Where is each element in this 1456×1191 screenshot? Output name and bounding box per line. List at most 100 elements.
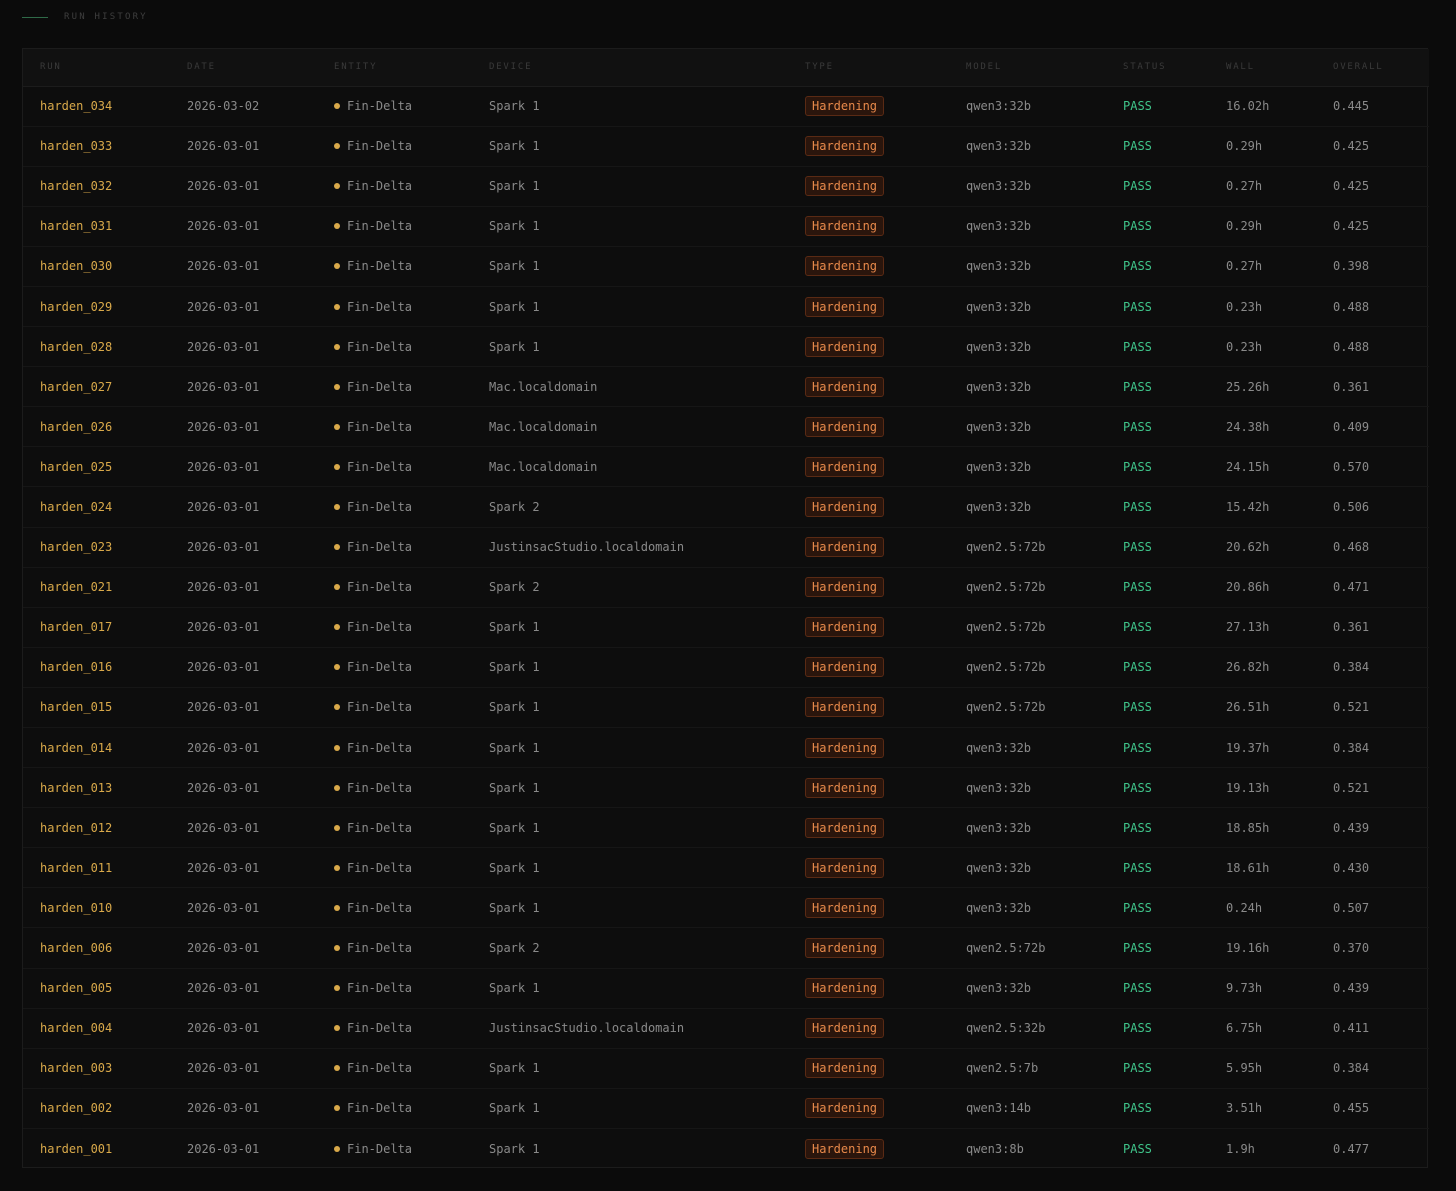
table-row[interactable]: harden_014 2026-03-01 Fin-Delta Spark 1 Hard… <box>23 728 1429 768</box>
run-link[interactable]: harden_002 <box>40 1101 112 1115</box>
table-row[interactable]: harden_012 2026-03-01 Fin-Delta Spark 1 Hard… <box>23 808 1429 848</box>
run-link[interactable]: harden_001 <box>40 1142 112 1156</box>
date-cell: 2026-03-01 <box>187 660 260 675</box>
type-cell: Hardening <box>805 808 966 848</box>
table-row[interactable]: harden_031 2026-03-01 Fin-Delta Spark 1 Hard… <box>23 206 1429 247</box>
type-cell: Hardening <box>805 86 966 126</box>
date-cell: 2026-03-01 <box>187 1101 260 1116</box>
run-link[interactable]: harden_017 <box>40 620 112 634</box>
wall-cell: 0.24h <box>1226 900 1263 915</box>
column-header-wall[interactable]: WALL <box>1226 49 1333 87</box>
model-cell: qwen2.5:72b <box>966 700 1046 715</box>
run-link[interactable]: harden_006 <box>40 941 112 955</box>
table-row[interactable]: harden_030 2026-03-01 Fin-Delta Spark 1 Hard… <box>23 246 1429 287</box>
wall-cell: 0.23h <box>1226 299 1263 314</box>
table-row[interactable]: harden_010 2026-03-01 Fin-Delta Spark 1 Hard… <box>23 888 1429 928</box>
table-row[interactable]: harden_034 2026-03-02 Fin-Delta Spark 1 Hard… <box>23 86 1429 127</box>
device-cell: Spark 1 <box>489 1061 540 1076</box>
entity-dot-icon <box>334 383 340 390</box>
table-row[interactable]: harden_017 2026-03-01 Fin-Delta Spark 1 Hard… <box>23 607 1429 648</box>
overall-cell: 0.507 <box>1333 900 1370 915</box>
table-row[interactable]: harden_021 2026-03-01 Fin-Delta Spark 2 Hard… <box>23 567 1429 608</box>
entity-cell: Fin-Delta <box>334 687 489 727</box>
table-row[interactable]: harden_032 2026-03-01 Fin-Delta Spark 1 Hard… <box>23 166 1429 207</box>
table-row[interactable]: harden_003 2026-03-01 Fin-Delta Spark 1 Hard… <box>23 1048 1429 1089</box>
run-cell: harden_031 <box>23 206 187 246</box>
run-link[interactable]: harden_014 <box>40 741 112 755</box>
table-row[interactable]: harden_015 2026-03-01 Fin-Delta Spark 1 Hard… <box>23 687 1429 728</box>
column-header-run[interactable]: RUN <box>23 49 187 87</box>
run-link[interactable]: harden_026 <box>40 420 112 434</box>
type-cell: Hardening <box>805 246 966 286</box>
column-header-model[interactable]: MODEL <box>966 49 1123 87</box>
entity-dot-icon <box>334 624 340 631</box>
type-badge: Hardening <box>805 456 885 477</box>
table-row[interactable]: harden_024 2026-03-01 Fin-Delta Spark 2 Hard… <box>23 487 1429 528</box>
entity-cell: Fin-Delta <box>334 1128 489 1168</box>
run-link[interactable]: harden_016 <box>40 660 112 674</box>
type-badge: Hardening <box>805 1058 885 1079</box>
entity-label: Fin-Delta <box>347 620 413 635</box>
table-row[interactable]: harden_005 2026-03-01 Fin-Delta Spark 1 Hard… <box>23 968 1429 1009</box>
table-row[interactable]: harden_026 2026-03-01 Fin-Delta Mac.localdo… <box>23 407 1429 447</box>
device-cell: Mac.localdomain <box>489 459 598 474</box>
table-row[interactable]: harden_016 2026-03-01 Fin-Delta Spark 1 Hard… <box>23 647 1429 688</box>
run-link[interactable]: harden_004 <box>40 1021 112 1035</box>
run-link[interactable]: harden_024 <box>40 500 112 514</box>
table-row[interactable]: harden_002 2026-03-01 Fin-Delta Spark 1 Hard… <box>23 1088 1429 1129</box>
table-row[interactable]: harden_001 2026-03-01 Fin-Delta Spark 1 Hard… <box>23 1128 1429 1168</box>
wall-cell: 18.85h <box>1226 820 1270 835</box>
entity-dot-icon <box>334 864 340 871</box>
run-link[interactable]: harden_034 <box>40 99 112 113</box>
table-row[interactable]: harden_006 2026-03-01 Fin-Delta Spark 2 Hard… <box>23 928 1429 969</box>
run-link[interactable]: harden_027 <box>40 380 112 394</box>
column-header-entity[interactable]: ENTITY <box>334 49 489 87</box>
run-link[interactable]: harden_023 <box>40 540 112 554</box>
wall-cell: 20.62h <box>1226 540 1270 555</box>
run-link[interactable]: harden_021 <box>40 580 112 594</box>
table-row[interactable]: harden_027 2026-03-01 Fin-Delta Mac.localdo… <box>23 367 1429 407</box>
column-header-type[interactable]: TYPE <box>805 49 966 87</box>
type-badge: Hardening <box>805 737 885 758</box>
column-header-date[interactable]: DATE <box>187 49 334 87</box>
run-link[interactable]: harden_015 <box>40 700 112 714</box>
table-row[interactable]: harden_033 2026-03-01 Fin-Delta Spark 1 Hard… <box>23 126 1429 167</box>
run-link[interactable]: harden_031 <box>40 219 112 233</box>
entity-cell: Fin-Delta <box>334 888 489 928</box>
table-row[interactable]: harden_029 2026-03-01 Fin-Delta Spark 1 Hard… <box>23 286 1429 327</box>
entity-label: Fin-Delta <box>347 179 413 194</box>
type-badge: Hardening <box>805 657 885 678</box>
table-row[interactable]: harden_013 2026-03-01 Fin-Delta Spark 1 Hard… <box>23 768 1429 808</box>
column-header-status[interactable]: STATUS <box>1123 49 1226 87</box>
entity-cell: Fin-Delta <box>334 647 489 687</box>
status-cell: PASS <box>1123 540 1152 555</box>
run-link[interactable]: harden_012 <box>40 821 112 835</box>
run-link[interactable]: harden_029 <box>40 300 112 314</box>
column-header-device[interactable]: DEVICE <box>489 49 805 87</box>
column-header-overall[interactable]: OVERALL <box>1333 49 1429 87</box>
entity-label: Fin-Delta <box>347 1021 413 1036</box>
run-link[interactable]: harden_011 <box>40 861 112 875</box>
table-row[interactable]: harden_025 2026-03-01 Fin-Delta Mac.localdo… <box>23 447 1429 487</box>
run-link[interactable]: harden_013 <box>40 781 112 795</box>
run-link[interactable]: harden_030 <box>40 259 112 273</box>
run-link[interactable]: harden_032 <box>40 179 112 193</box>
entity-label: Fin-Delta <box>347 740 413 755</box>
run-link[interactable]: harden_005 <box>40 981 112 995</box>
table-row[interactable]: harden_028 2026-03-01 Fin-Delta Spark 1 Hard… <box>23 327 1429 367</box>
device-cell: Spark 1 <box>489 1101 540 1116</box>
run-link[interactable]: harden_028 <box>40 340 112 354</box>
run-link[interactable]: harden_025 <box>40 460 112 474</box>
date-cell: 2026-03-01 <box>187 419 260 434</box>
table-row[interactable]: harden_004 2026-03-01 Fin-Delta JustinsacSt… <box>23 1008 1429 1049</box>
run-link[interactable]: harden_010 <box>40 901 112 915</box>
run-link[interactable]: harden_033 <box>40 139 112 153</box>
table-row[interactable]: harden_011 2026-03-01 Fin-Delta Spark 1 Hard… <box>23 848 1429 888</box>
model-cell: qwen2.5:72b <box>966 660 1046 675</box>
entity-cell: Fin-Delta <box>334 1008 489 1048</box>
entity-label: Fin-Delta <box>347 299 413 314</box>
table-row[interactable]: harden_023 2026-03-01 Fin-Delta JustinsacSt… <box>23 527 1429 568</box>
run-link[interactable]: harden_003 <box>40 1061 112 1075</box>
status-cell: PASS <box>1123 459 1152 474</box>
type-badge: Hardening <box>805 938 885 959</box>
